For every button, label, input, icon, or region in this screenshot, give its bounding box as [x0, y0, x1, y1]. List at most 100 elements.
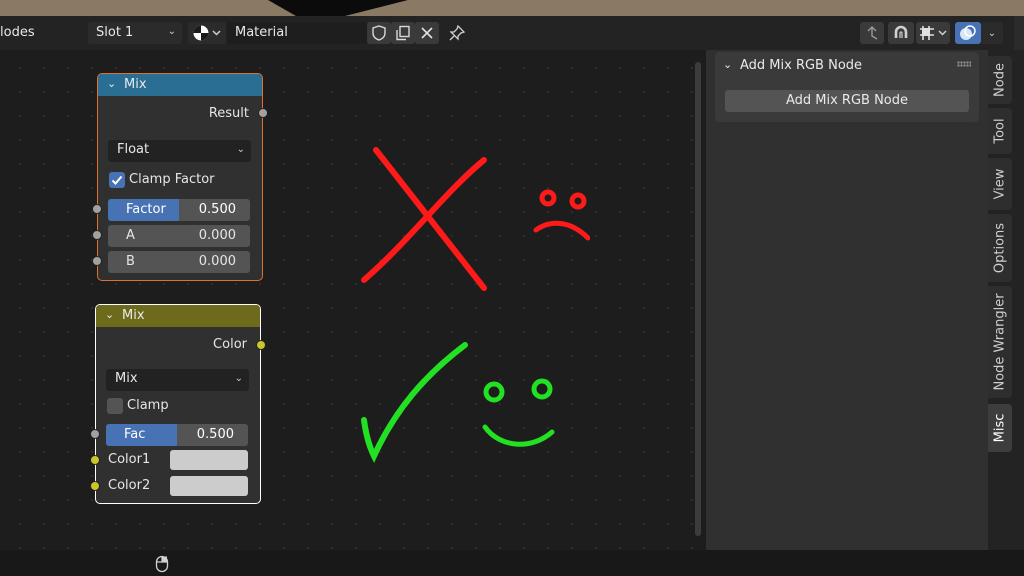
tab-label: View [992, 168, 1008, 200]
color1-label: Color1 [108, 452, 151, 467]
color2-input-socket[interactable] [90, 481, 100, 491]
editor-type-label[interactable]: lodes [0, 25, 35, 40]
checkmark-icon [111, 175, 123, 185]
factor-input-socket[interactable] [92, 204, 102, 214]
chevron-down-icon: ⌄ [987, 27, 997, 39]
duplicate-material-button[interactable] [391, 22, 415, 44]
top-strip [0, 0, 1024, 16]
header-edge [1014, 16, 1024, 50]
output-label: Color [213, 337, 247, 352]
factor-slider[interactable]: Factor 0.500 [108, 199, 250, 221]
overlay-dropdown[interactable]: ⌄ [981, 22, 1003, 44]
sidebar-tabs: Node Tool View Options Node Wrangler Mis… [988, 50, 1024, 550]
parent-node-tree-button[interactable] [860, 22, 884, 44]
tab-label: Node [992, 63, 1008, 97]
node-header[interactable]: ⌄ Mix [96, 305, 260, 327]
happy-face-icon [482, 378, 555, 447]
tab-node[interactable]: Node [988, 56, 1012, 104]
material-sphere-icon [193, 25, 221, 41]
b-input-socket[interactable] [92, 256, 102, 266]
green-check-mark [361, 342, 468, 463]
close-icon [421, 27, 433, 39]
color-output-socket[interactable] [256, 340, 266, 350]
input-label: B [126, 254, 135, 269]
slider-label: Factor [126, 202, 166, 217]
color2-label: Color2 [108, 478, 151, 493]
a-input[interactable]: A 0.000 [108, 225, 250, 247]
tab-label: Options [992, 222, 1008, 274]
panel-title[interactable]: Add Mix RGB Node [740, 58, 862, 73]
tab-options[interactable]: Options [988, 214, 1012, 282]
chevron-down-icon: ⌄ [234, 373, 243, 384]
tab-label: Misc [992, 413, 1008, 443]
top-strip-shape [268, 0, 408, 16]
slider-value: 0.500 [198, 202, 236, 217]
tab-view[interactable]: View [988, 158, 1012, 210]
collapse-chevron-icon[interactable]: ⌄ [723, 58, 732, 71]
snap-element-dropdown[interactable] [916, 22, 950, 44]
clamp-checkbox[interactable] [107, 398, 123, 414]
add-mix-rgb-node-button[interactable]: Add Mix RGB Node [725, 90, 969, 112]
chevron-down-icon: ⌄ [167, 26, 176, 37]
tab-misc[interactable]: Misc [988, 404, 1012, 452]
tab-label: Node Wrangler [992, 293, 1008, 391]
mix-color-node[interactable]: ⌄ Mix Color Mix ⌄ Clamp Fac 0.500 Color1… [95, 304, 261, 504]
a-input-socket[interactable] [92, 230, 102, 240]
slot-label: Slot 1 [96, 25, 134, 40]
fac-input-socket[interactable] [90, 429, 100, 439]
material-name: Material [235, 25, 288, 40]
sidebar-region [706, 50, 988, 550]
canvas-scrollbar[interactable] [695, 62, 701, 536]
status-bar [0, 550, 1024, 576]
fake-user-button[interactable] [367, 22, 391, 44]
material-browse-button[interactable] [188, 22, 226, 44]
duplicate-icon [396, 25, 410, 41]
node-title: Mix [124, 77, 147, 92]
snap-magnet-icon [894, 25, 908, 38]
overlay-icon [960, 25, 976, 40]
add-mix-rgb-panel: ⌄ Add Mix RGB Node Add Mix RGB Node [715, 52, 979, 122]
tab-node-wrangler[interactable]: Node Wrangler [988, 286, 1012, 398]
checkbox-label: Clamp Factor [129, 172, 215, 187]
b-input[interactable]: B 0.000 [108, 251, 250, 273]
color2-swatch[interactable] [170, 476, 248, 496]
mix-float-node[interactable]: ⌄ Mix Result Float ⌄ Clamp Factor Factor… [97, 73, 263, 281]
unlink-material-button[interactable] [415, 22, 439, 44]
red-x-mark [361, 147, 487, 291]
pin-icon [449, 25, 465, 41]
color1-input-socket[interactable] [90, 455, 100, 465]
slider-value: 0.500 [196, 427, 234, 442]
drag-grip-icon[interactable] [957, 61, 971, 67]
input-value: 0.000 [198, 254, 236, 269]
node-header[interactable]: ⌄ Mix [98, 74, 262, 96]
color1-swatch[interactable] [170, 450, 248, 470]
shield-icon [372, 25, 386, 41]
input-label: A [126, 228, 135, 243]
material-name-field[interactable]: Material [227, 22, 367, 44]
clamp-factor-checkbox[interactable] [109, 172, 125, 188]
tab-tool[interactable]: Tool [988, 108, 1012, 154]
result-output-socket[interactable] [258, 108, 268, 118]
collapse-chevron-icon[interactable]: ⌄ [107, 77, 116, 90]
overlay-toggle-button[interactable] [955, 22, 981, 44]
node-title: Mix [122, 308, 145, 323]
pin-button[interactable] [446, 22, 468, 44]
chevron-down-icon: ⌄ [236, 144, 245, 155]
parent-arrow-icon [867, 26, 878, 40]
tab-label: Tool [992, 118, 1008, 144]
input-value: 0.000 [198, 228, 236, 243]
snap-toggle-button[interactable] [888, 22, 914, 44]
snap-grid-icon [920, 26, 947, 40]
blend-mode-dropdown[interactable]: Mix ⌄ [106, 369, 249, 391]
dropdown-value: Float [117, 142, 150, 157]
slot-dropdown[interactable]: Slot 1 ⌄ [88, 22, 182, 44]
fac-slider[interactable]: Fac 0.500 [106, 424, 248, 446]
drawn-annotations [361, 147, 590, 463]
mouse-icon [155, 555, 169, 573]
data-type-dropdown[interactable]: Float ⌄ [108, 140, 251, 162]
collapse-chevron-icon[interactable]: ⌄ [105, 308, 114, 321]
slider-label: Fac [124, 427, 146, 442]
dropdown-value: Mix [115, 371, 138, 386]
checkbox-label: Clamp [127, 398, 169, 413]
output-label: Result [208, 106, 249, 121]
